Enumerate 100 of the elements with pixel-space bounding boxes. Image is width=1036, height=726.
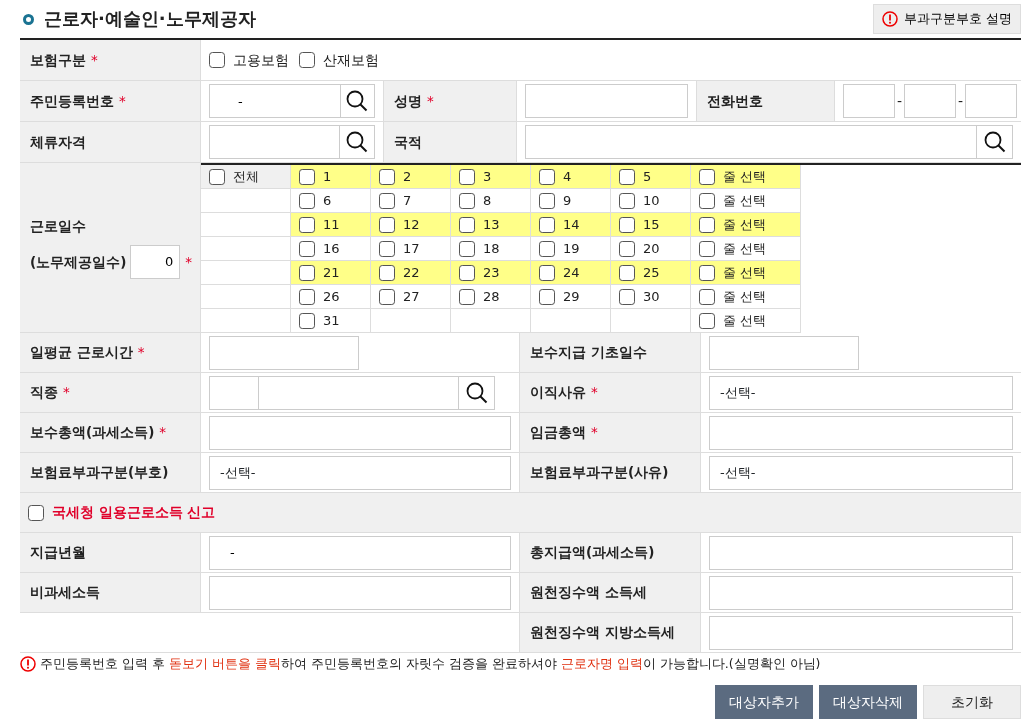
day-label: 24: [563, 263, 580, 282]
day-label: 14: [563, 215, 580, 234]
checkbox[interactable]: [379, 168, 395, 185]
day-label: 30: [643, 287, 660, 306]
checkbox[interactable]: [459, 216, 475, 233]
field-label: 일평균 근로시간: [30, 343, 133, 363]
checkbox[interactable]: [299, 264, 315, 281]
search-button[interactable]: [340, 84, 375, 118]
field-label: 근로일수: [30, 217, 86, 237]
checkbox[interactable]: [699, 168, 715, 185]
dropdown[interactable]: -선택-: [709, 375, 1013, 410]
day-label: 13: [483, 215, 500, 234]
day-count-field[interactable]: 0: [130, 244, 181, 279]
checkbox[interactable]: [299, 216, 315, 233]
required-mark: *: [137, 343, 145, 363]
phone-field[interactable]: [965, 84, 1018, 118]
day-label: 4: [563, 167, 572, 186]
checkbox[interactable]: [379, 288, 395, 305]
text-field[interactable]: [709, 415, 1013, 450]
checkbox[interactable]: [699, 288, 715, 305]
occupation-field[interactable]: [259, 375, 459, 410]
checkbox[interactable]: [28, 504, 44, 521]
code-field[interactable]: [209, 375, 259, 410]
day-label: 18: [483, 239, 500, 258]
checkbox[interactable]: [379, 216, 395, 233]
action-button[interactable]: 초기화: [923, 685, 1021, 719]
text-field[interactable]: [209, 575, 511, 610]
nationality-field[interactable]: [525, 125, 977, 159]
day-label: 29: [563, 287, 580, 306]
checkbox[interactable]: [299, 240, 315, 257]
search-icon: [465, 381, 488, 404]
checkbox[interactable]: [539, 216, 555, 233]
day-label: 23: [483, 263, 500, 282]
checkbox[interactable]: [459, 240, 475, 257]
text-field[interactable]: [209, 415, 511, 450]
checkbox[interactable]: [619, 168, 635, 185]
separator: -: [958, 91, 964, 111]
field-label: 보험구분: [30, 50, 86, 70]
checkbox[interactable]: [619, 264, 635, 281]
checkbox-label: 줄 선택: [723, 287, 767, 306]
required-mark: *: [159, 423, 167, 443]
checkbox[interactable]: [699, 216, 715, 233]
checkbox[interactable]: [299, 168, 315, 185]
checkbox[interactable]: [379, 240, 395, 257]
required-mark: *: [591, 383, 598, 403]
search-button[interactable]: [977, 125, 1013, 159]
field-label: 임금총액: [530, 423, 586, 443]
checkbox[interactable]: [379, 192, 395, 209]
checkbox[interactable]: [539, 288, 555, 305]
checkbox[interactable]: [459, 192, 475, 209]
search-button[interactable]: [459, 375, 495, 410]
text-field[interactable]: [709, 335, 859, 370]
search-icon: [983, 131, 1006, 153]
checkbox[interactable]: [539, 240, 555, 257]
checkbox[interactable]: [539, 264, 555, 281]
text-field[interactable]: -: [209, 535, 511, 570]
checkbox[interactable]: [209, 52, 225, 68]
checkbox[interactable]: [209, 168, 225, 185]
action-button[interactable]: 대상자삭제: [819, 685, 917, 719]
checkbox[interactable]: [619, 240, 635, 257]
checkbox[interactable]: [379, 264, 395, 281]
phone-field[interactable]: [843, 84, 895, 118]
checkbox[interactable]: [699, 264, 715, 281]
checkbox[interactable]: [699, 240, 715, 257]
checkbox-label: 전체: [233, 167, 259, 186]
checkbox[interactable]: [299, 192, 315, 209]
day-label: 5: [643, 167, 652, 186]
name-field[interactable]: [525, 84, 688, 118]
text-field[interactable]: [209, 335, 359, 370]
help-button[interactable]: 부과구분부호 설명: [872, 4, 1021, 34]
search-button[interactable]: [340, 125, 375, 159]
required-mark: *: [91, 50, 98, 70]
required-mark: *: [185, 252, 193, 272]
checkbox[interactable]: [459, 264, 475, 281]
dropdown[interactable]: -선택-: [209, 455, 511, 490]
day-label: 15: [643, 215, 660, 234]
checkbox[interactable]: [619, 192, 635, 209]
day-label: 28: [483, 287, 500, 306]
text-field[interactable]: [709, 575, 1013, 610]
dropdown[interactable]: -선택-: [709, 455, 1013, 490]
checkbox[interactable]: [699, 312, 715, 329]
checkbox[interactable]: [299, 312, 315, 329]
field-label: 총지급액(과세소득): [530, 543, 655, 563]
checkbox[interactable]: [459, 168, 475, 185]
checkbox[interactable]: [299, 288, 315, 305]
phone-field[interactable]: [904, 84, 957, 118]
text-field[interactable]: [709, 615, 1013, 650]
text-field[interactable]: [709, 535, 1013, 570]
visa-field[interactable]: [209, 125, 341, 159]
checkbox[interactable]: [699, 192, 715, 209]
resident-number-field[interactable]: -: [209, 84, 341, 118]
day-label: 6: [323, 191, 332, 210]
checkbox[interactable]: [619, 216, 635, 233]
action-button[interactable]: 대상자추가: [715, 685, 813, 719]
checkbox[interactable]: [459, 288, 475, 305]
required-mark: *: [119, 91, 126, 111]
checkbox[interactable]: [539, 168, 555, 185]
checkbox[interactable]: [619, 288, 635, 305]
checkbox[interactable]: [539, 192, 555, 209]
checkbox[interactable]: [299, 52, 315, 68]
